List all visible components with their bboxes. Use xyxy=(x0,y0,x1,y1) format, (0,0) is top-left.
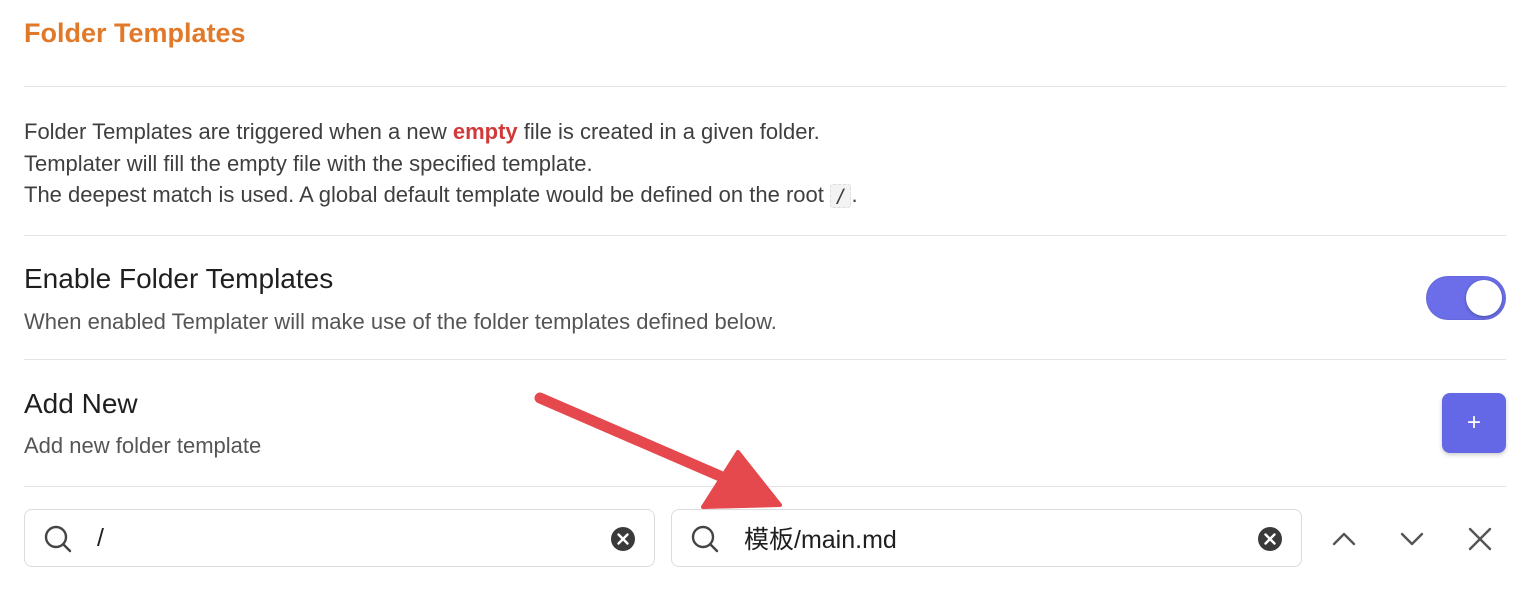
description-line-2: Templater will fill the empty file with … xyxy=(24,150,593,176)
divider xyxy=(24,486,1506,487)
description-line-3: The deepest match is used. A global defa… xyxy=(24,182,858,208)
template-search-input[interactable] xyxy=(744,518,1244,558)
search-icon xyxy=(691,525,719,553)
move-up-button[interactable] xyxy=(1325,520,1363,558)
add-folder-template-button[interactable]: + xyxy=(1442,393,1506,453)
setting-description-enable-folder-templates: When enabled Templater will make use of … xyxy=(24,309,777,334)
annotation-arrow-icon xyxy=(534,392,782,509)
enable-folder-templates-toggle[interactable] xyxy=(1426,276,1506,320)
chevron-up-icon xyxy=(1332,532,1356,546)
emphasis-text: empty xyxy=(452,119,518,144)
root-code: / xyxy=(830,184,852,208)
setting-description-add-new: Add new folder template xyxy=(24,433,262,458)
description-line-1: Folder Templates are triggered when a ne… xyxy=(24,119,820,144)
setting-name-add-new: Add New xyxy=(24,388,138,419)
divider xyxy=(24,235,1506,236)
divider xyxy=(24,359,1506,360)
divider xyxy=(24,86,1506,87)
folder-search-box xyxy=(24,509,655,567)
template-search-box xyxy=(671,509,1302,567)
section-title: Folder Templates xyxy=(24,18,246,48)
delete-folder-template-button[interactable] xyxy=(1461,520,1499,558)
move-down-button[interactable] xyxy=(1393,520,1431,558)
folder-search-input[interactable] xyxy=(97,518,597,558)
setting-name-enable-folder-templates: Enable Folder Templates xyxy=(24,263,334,294)
search-icon xyxy=(44,525,72,553)
chevron-down-icon xyxy=(1400,532,1424,546)
clear-circle-icon[interactable] xyxy=(610,526,636,552)
toggle-knob xyxy=(1466,280,1502,316)
close-icon xyxy=(1468,527,1492,551)
section-description: Folder Templates are triggered when a ne… xyxy=(24,116,858,213)
clear-circle-icon[interactable] xyxy=(1257,526,1283,552)
